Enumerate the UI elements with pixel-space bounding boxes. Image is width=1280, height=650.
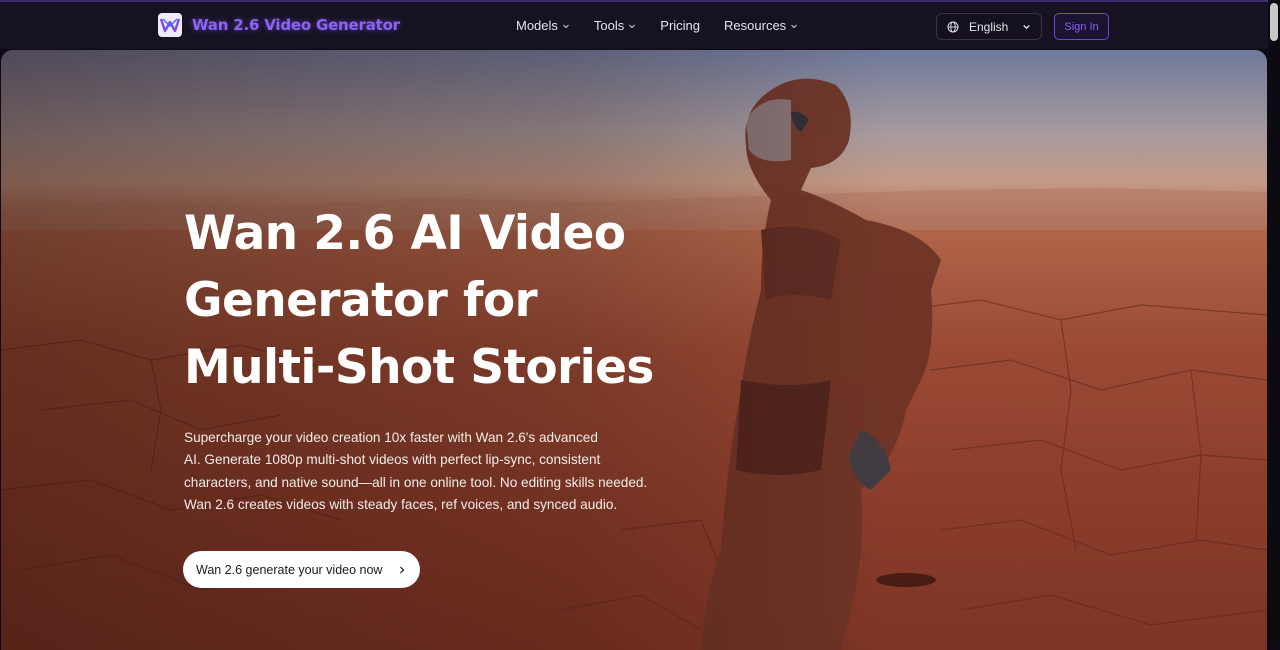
hero-description-line: Wan 2.6 creates videos with steady faces… (184, 496, 618, 512)
hero-description-line: AI. Generate 1080p multi-shot videos wit… (184, 452, 601, 468)
hero-title-line: Wan 2.6 AI Video (184, 206, 626, 261)
nav-pricing-label: Pricing (660, 18, 701, 33)
nav-models[interactable]: Models (516, 18, 570, 33)
hero-description-line: Supercharge your video creation 10x fast… (184, 430, 598, 445)
nav-resources-label: Resources (724, 18, 787, 33)
hero-title-line: Multi-Shot Stories (184, 340, 654, 395)
chevron-down-icon (563, 24, 569, 28)
chevron-right-icon (400, 566, 405, 573)
nav-pricing[interactable]: Pricing (660, 18, 700, 33)
nav-resources[interactable]: Resources (724, 18, 798, 33)
scrollbar-thumb[interactable] (1270, 3, 1278, 41)
top-navbar: Wan 2.6 Video Generator Models Tools Pri… (0, 0, 1268, 49)
hero-description: Supercharge your video creation 10x fast… (184, 427, 664, 516)
language-select[interactable]: English (936, 13, 1042, 40)
chevron-down-icon (791, 24, 798, 28)
generate-video-button[interactable]: Wan 2.6 generate your video now (183, 551, 420, 588)
nav-tools-label: Tools (593, 18, 625, 33)
nav-tools[interactable]: Tools (594, 18, 636, 33)
hero-title-line: Generator for (184, 273, 538, 328)
brand[interactable]: Wan 2.6 Video Generator (158, 13, 400, 37)
generate-video-label: Wan 2.6 generate your video now (196, 562, 383, 577)
brand-name: Wan 2.6 Video Generator (192, 16, 400, 34)
wan-logo-icon (158, 13, 182, 37)
sign-in-button[interactable]: Sign In (1054, 13, 1109, 40)
chevron-down-icon (629, 24, 636, 28)
nav-models-label: Models (516, 18, 558, 33)
hero-description-line: characters, and native sound—all in one … (184, 474, 648, 490)
scrollbar[interactable] (1268, 0, 1280, 644)
chevron-down-icon (1023, 24, 1030, 30)
globe-icon (947, 21, 959, 32)
hero-section: Wan 2.6 AI Video Generator for Multi-Sho… (1, 50, 1267, 650)
main-nav: Models Tools Pricing Resources (516, 18, 798, 33)
language-label: English (969, 19, 1009, 34)
hero-title: Wan 2.6 AI Video Generator for Multi-Sho… (184, 200, 704, 401)
